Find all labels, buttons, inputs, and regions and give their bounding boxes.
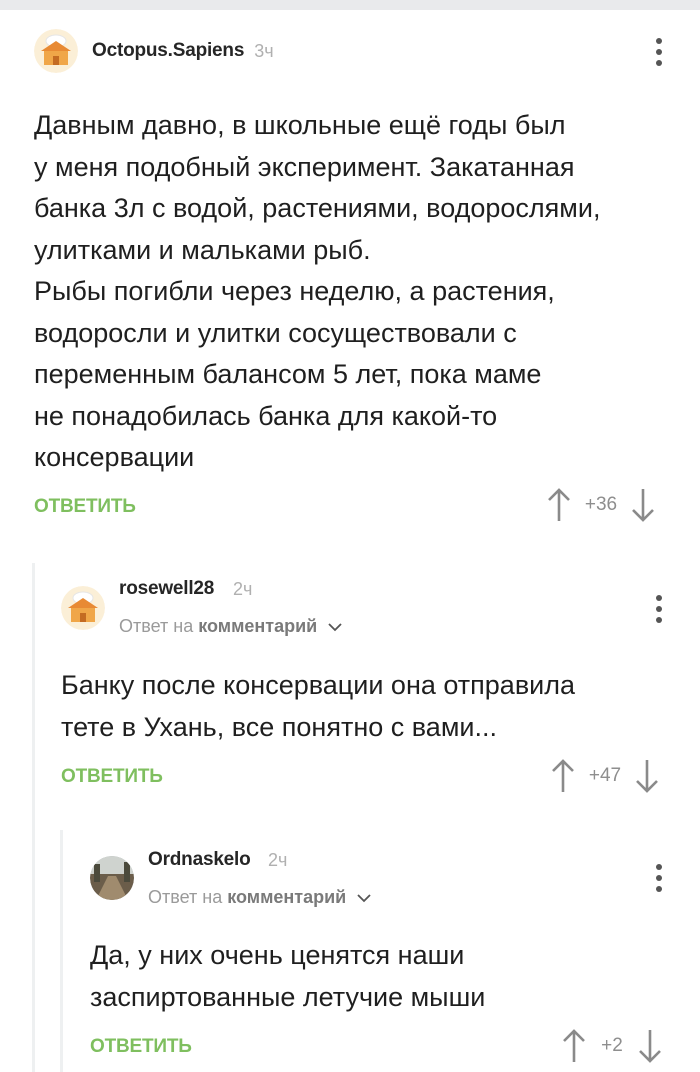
upvote-arrow-icon[interactable] [551, 759, 575, 793]
reply-to-label[interactable]: Ответ на комментарий [148, 887, 371, 908]
timestamp: 3ч [254, 40, 274, 61]
comment-text: Банку после консервации она отправила те… [61, 670, 576, 742]
avatar[interactable] [61, 586, 105, 630]
downvote-arrow-icon[interactable] [635, 759, 659, 793]
comment: Ordnaskelo 2ч Ответ на комментарий Да, у… [90, 849, 674, 1066]
reply-button[interactable]: ОТВЕТИТЬ [90, 1036, 192, 1058]
avatar[interactable] [90, 856, 134, 900]
username[interactable]: Octopus.Sapiens [92, 40, 244, 62]
bakery-house-avatar-icon [34, 29, 78, 73]
rating-controls: +2 [562, 1029, 662, 1063]
rating-score: +47 [588, 765, 622, 786]
downvote-arrow-icon[interactable] [631, 488, 655, 522]
rating-score: +36 [584, 494, 618, 515]
more-options-icon[interactable] [654, 595, 664, 628]
username[interactable]: rosewell28 [119, 578, 214, 600]
upvote-arrow-icon[interactable] [547, 488, 571, 522]
reply-to-label[interactable]: Ответ на комментарий [119, 616, 342, 637]
chevron-down-icon [357, 894, 371, 903]
road-photo-avatar-icon [90, 856, 134, 900]
rating-controls: +47 [551, 759, 659, 793]
chevron-down-icon [328, 623, 342, 632]
more-options-icon[interactable] [654, 38, 664, 71]
username[interactable]: Ordnaskelo [148, 849, 251, 871]
rating-score: +2 [601, 1035, 623, 1056]
avatar[interactable] [34, 29, 78, 73]
downvote-arrow-icon[interactable] [638, 1029, 662, 1063]
timestamp: 2ч [268, 850, 288, 870]
comment-text: Давным давно, в школьные ещё годы был у … [34, 110, 601, 472]
top-divider [0, 0, 700, 10]
comment: rosewell28 2ч Ответ на комментарий Банку… [61, 578, 674, 806]
thread-line [32, 563, 35, 1072]
reply-button[interactable]: ОТВЕТИТЬ [34, 496, 136, 518]
comment: Octopus.Sapiens 3ч Давным давно, в школь… [34, 29, 674, 539]
comment-text: Да, у них очень ценятся наши заспиртован… [90, 940, 486, 1012]
timestamp: 2ч [233, 579, 253, 599]
upvote-arrow-icon[interactable] [562, 1029, 586, 1063]
reply-button[interactable]: ОТВЕТИТЬ [61, 766, 163, 788]
bakery-house-avatar-icon [61, 586, 105, 630]
thread-line [60, 830, 63, 1072]
more-options-icon[interactable] [654, 864, 664, 897]
rating-controls: +36 [547, 488, 655, 522]
